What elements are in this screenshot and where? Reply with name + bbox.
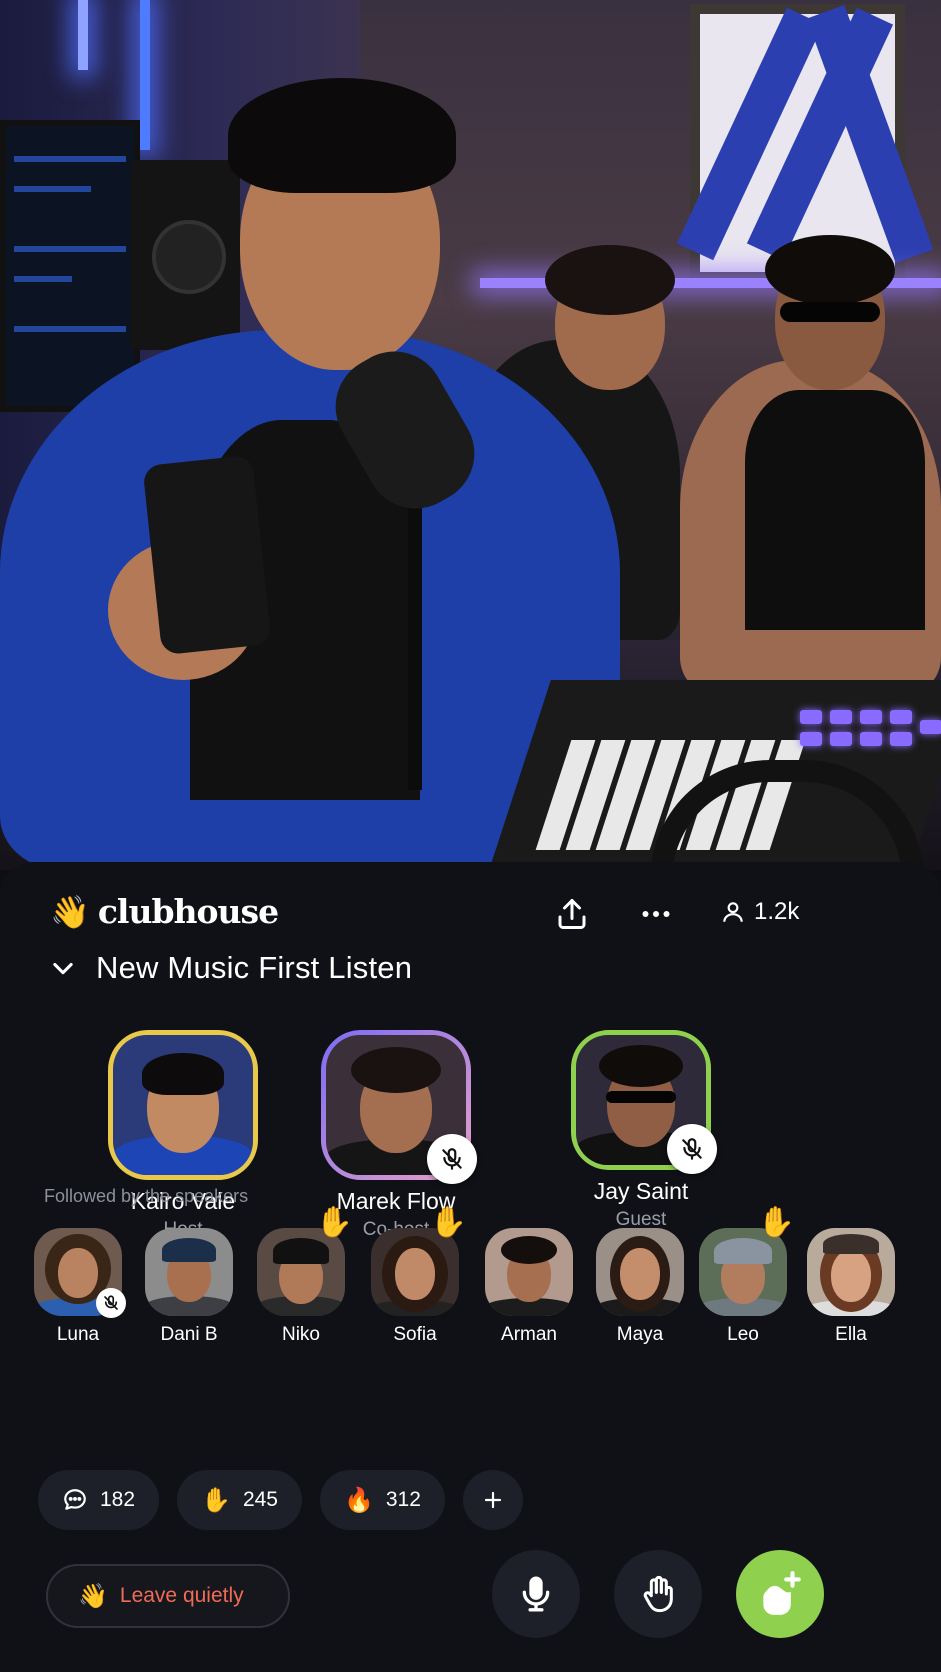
room-title-row[interactable]: New Music First Listen <box>48 950 412 986</box>
speaker-name: Jay Saint <box>593 1178 689 1204</box>
wave-emoji-icon: 👋 <box>50 893 90 930</box>
avatar[interactable] <box>596 1228 684 1316</box>
listener-tile[interactable]: Luna <box>23 1228 133 1346</box>
leave-quietly-label: Leave quietly <box>119 1584 244 1607</box>
listener-name: Maya <box>616 1324 664 1345</box>
room-header: 👋 clubhouse 1.2k <box>50 892 901 942</box>
invite-button[interactable] <box>736 1550 824 1638</box>
speaker-tile[interactable]: Kairo Vale Host <box>83 1030 283 1241</box>
listener-tile[interactable]: Ella <box>796 1228 906 1346</box>
listener-tile[interactable]: ✋ Sofia <box>360 1208 470 1346</box>
listener-count[interactable]: 1.2k <box>720 898 799 926</box>
speakers-row: Kairo Vale Host Marek Flow Co-host <box>0 1030 941 1240</box>
listener-name: Ella <box>835 1324 867 1345</box>
followed-section-label: Followed by the speakers <box>44 1186 249 1206</box>
listener-tile[interactable]: Maya <box>585 1228 695 1346</box>
listener-name: Leo <box>727 1324 759 1345</box>
fire-count: 312 <box>385 1488 421 1511</box>
listener-name: Luna <box>56 1324 100 1345</box>
invite-plus-icon <box>763 1571 801 1615</box>
fire-icon: 🔥 <box>343 1486 374 1514</box>
more-icon <box>642 911 670 917</box>
raised-hand-icon: ✋ <box>315 1206 353 1239</box>
avatar[interactable]: ✋ <box>371 1208 467 1316</box>
raised-hands-button[interactable]: ✋ 245 <box>177 1470 302 1530</box>
avatar[interactable] <box>108 1030 258 1180</box>
avatar[interactable] <box>34 1228 126 1318</box>
clubhouse-logo: 👋 clubhouse <box>50 892 279 931</box>
person-icon <box>723 902 743 922</box>
listener-tile[interactable]: Arman <box>474 1228 584 1346</box>
comment-icon <box>64 1489 86 1510</box>
listeners-row: Luna Dani B ✋ Niko ✋ Sofia Arman Maya ✋ … <box>0 1208 941 1348</box>
muted-badge <box>667 1124 717 1174</box>
avatar[interactable] <box>571 1030 717 1174</box>
raised-hand-icon: ✋ <box>429 1206 467 1239</box>
listener-name: Sofia <box>393 1324 437 1345</box>
mic-off-icon <box>682 1138 702 1160</box>
avatar[interactable]: ✋ <box>257 1208 353 1316</box>
reactions-bar: 182 ✋ 245 🔥 312 <box>38 1470 523 1530</box>
room-cover-photo <box>0 0 941 870</box>
listener-name: Dani B <box>160 1324 218 1345</box>
avatar[interactable] <box>145 1228 233 1316</box>
avatar[interactable] <box>321 1030 477 1184</box>
avatar[interactable]: ✋ <box>699 1208 795 1316</box>
avatar[interactable] <box>807 1228 895 1316</box>
leave-quietly-button[interactable]: 👋 Leave quietly <box>46 1564 290 1628</box>
plus-icon <box>484 1491 502 1509</box>
raise-hand-icon <box>643 1575 673 1613</box>
app-name: clubhouse <box>97 892 279 931</box>
muted-badge <box>96 1288 126 1318</box>
listener-tile[interactable]: Dani B <box>134 1228 244 1346</box>
listener-name: Niko <box>281 1324 320 1345</box>
share-button[interactable] <box>550 892 594 936</box>
muted-badge <box>427 1134 477 1184</box>
listener-name: Arman <box>501 1324 557 1345</box>
mic-off-icon <box>442 1148 462 1170</box>
room-title: New Music First Listen <box>96 950 413 985</box>
raise-hand-button[interactable] <box>614 1550 702 1638</box>
raised-hand-icon: ✋ <box>757 1206 795 1239</box>
comments-button[interactable]: 182 <box>38 1470 160 1530</box>
wave-emoji-icon: 👋 <box>78 1582 108 1610</box>
raised-hand-icon: ✋ <box>201 1486 231 1514</box>
add-reaction-button[interactable] <box>462 1470 523 1530</box>
raised-hands-count: 245 <box>242 1488 278 1511</box>
mic-off-icon <box>104 1295 118 1310</box>
listener-tile[interactable]: ✋ Leo <box>688 1208 798 1346</box>
chevron-down-icon[interactable] <box>48 953 78 983</box>
speaker-tile[interactable]: Jay Saint Guest <box>541 1030 741 1231</box>
room-sheet: 👋 clubhouse 1.2k New Music First Listen <box>0 862 941 1672</box>
listener-tile[interactable]: ✋ Niko <box>246 1208 356 1346</box>
listener-count-value: 1.2k <box>754 898 800 925</box>
fire-reactions-button[interactable]: 🔥 312 <box>319 1470 445 1530</box>
comments-count: 182 <box>100 1488 136 1511</box>
microphone-button[interactable] <box>492 1550 580 1638</box>
microphone-icon <box>522 1576 550 1612</box>
share-icon <box>558 899 586 929</box>
more-options-button[interactable] <box>634 892 678 936</box>
avatar[interactable] <box>485 1228 573 1316</box>
